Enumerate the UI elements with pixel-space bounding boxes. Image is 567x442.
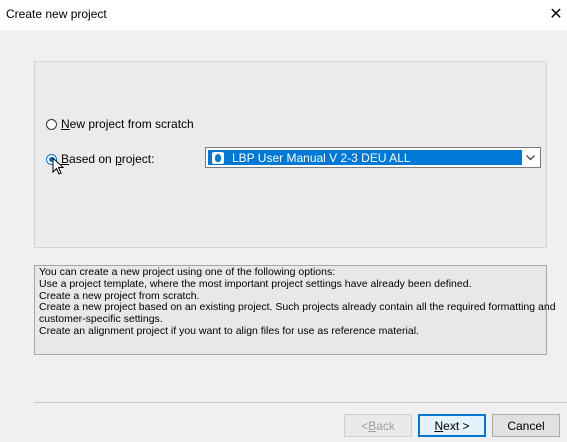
close-button[interactable]: ✕: [545, 0, 567, 30]
radio-label-based[interactable]: Based on project:: [61, 152, 154, 166]
title-bar: Create new project ✕: [0, 0, 567, 30]
radio-label-scratch[interactable]: New project from scratch: [61, 117, 194, 131]
project-icon: [212, 151, 224, 164]
help-text-box: You can create a new project using one o…: [34, 265, 556, 355]
cancel-button[interactable]: Cancel: [492, 414, 560, 437]
selected-project-label: LBP User Manual V 2-3 DEU ALL: [232, 150, 411, 165]
back-button[interactable]: < Back: [344, 414, 412, 437]
chevron-down-icon[interactable]: [523, 148, 537, 167]
help-line: Use a project template, where the most i…: [39, 277, 472, 290]
base-project-dropdown[interactable]: LBP User Manual V 2-3 DEU ALL: [205, 147, 541, 168]
footer-divider: [34, 402, 567, 403]
help-line: Create an alignment project if you want …: [39, 324, 419, 337]
selected-project: LBP User Manual V 2-3 DEU ALL: [208, 150, 522, 165]
window-title: Create new project: [6, 7, 107, 21]
radio-circle-scratch[interactable]: [46, 118, 57, 130]
radio-new-from-scratch[interactable]: New project from scratch: [46, 117, 194, 131]
next-button[interactable]: Next >: [418, 414, 486, 437]
mouse-cursor-icon: [52, 157, 64, 175]
